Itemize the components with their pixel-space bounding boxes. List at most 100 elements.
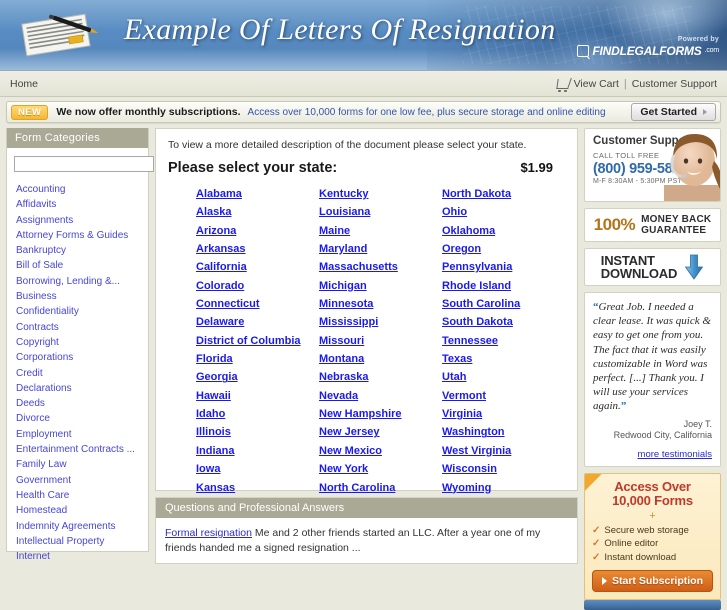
state-link-south-dakota[interactable]: South Dakota [442,313,565,331]
state-link-indiana[interactable]: Indiana [196,442,319,460]
state-column-1: Alabama Alaska Arizona Arkansas Californ… [196,185,319,497]
shopping-cart-icon[interactable] [555,78,570,89]
more-testimonials-link[interactable]: more testimonials [638,449,712,460]
sidebar-item-indemnity-agreements[interactable]: Indemnity Agreements [16,519,148,534]
sidebar-item-divorce[interactable]: Divorce [16,411,148,426]
get-started-button[interactable]: Get Started [631,103,716,121]
state-link-nebraska[interactable]: Nebraska [319,368,442,386]
state-link-oregon[interactable]: Oregon [442,240,565,258]
sidebar-item-deeds[interactable]: Deeds [16,396,148,411]
state-link-louisiana[interactable]: Louisiana [319,203,442,221]
state-link-virginia[interactable]: Virginia [442,405,565,423]
state-link-utah[interactable]: Utah [442,368,565,386]
sidebar-item-bankruptcy[interactable]: Bankruptcy [16,243,148,258]
state-link-florida[interactable]: Florida [196,350,319,368]
state-link-oklahoma[interactable]: Oklahoma [442,222,565,240]
state-link-missouri[interactable]: Missouri [319,332,442,350]
new-badge: NEW [11,104,49,120]
view-cart-link[interactable]: View Cart [574,78,619,90]
state-link-new-york[interactable]: New York [319,460,442,478]
state-link-pennsylvania[interactable]: Pennsylvania [442,258,565,276]
state-link-north-dakota[interactable]: North Dakota [442,185,565,203]
sidebar-item-affidavits[interactable]: Affidavits [16,197,148,212]
sidebar-item-homestead[interactable]: Homestead [16,503,148,518]
sidebar-item-assignments[interactable]: Assignments [16,213,148,228]
state-link-minnesota[interactable]: Minnesota [319,295,442,313]
powered-by-label: Powered by [677,36,719,43]
qa-question-link[interactable]: Formal resignation [165,527,252,539]
sidebar-item-declarations[interactable]: Declarations [16,381,148,396]
state-link-tennessee[interactable]: Tennessee [442,332,565,350]
state-link-new-mexico[interactable]: New Mexico [319,442,442,460]
state-link-west-virginia[interactable]: West Virginia [442,442,565,460]
category-list: Accounting Affidavits Assignments Attorn… [7,177,148,564]
search-input[interactable] [14,156,154,172]
sidebar-item-family-law[interactable]: Family Law [16,457,148,472]
sidebar-item-internet[interactable]: Internet [16,549,148,564]
state-link-michigan[interactable]: Michigan [319,277,442,295]
sidebar-item-business[interactable]: Business [16,289,148,304]
sidebar-item-attorney-forms[interactable]: Attorney Forms & Guides [16,228,148,243]
state-link-idaho[interactable]: Idaho [196,405,319,423]
sidebar-item-credit[interactable]: Credit [16,366,148,381]
state-link-iowa[interactable]: Iowa [196,460,319,478]
sidebar-item-accounting[interactable]: Accounting [16,182,148,197]
state-link-washington[interactable]: Washington [442,423,565,441]
subscription-plus-divider: + [649,509,656,522]
sidebar-item-contracts[interactable]: Contracts [16,320,148,335]
state-link-alabama[interactable]: Alabama [196,185,319,203]
state-link-california[interactable]: California [196,258,319,276]
select-state-heading: Please select your state: [168,160,338,176]
state-link-georgia[interactable]: Georgia [196,368,319,386]
state-link-connecticut[interactable]: Connecticut [196,295,319,313]
state-link-massachusetts[interactable]: Massachusetts [319,258,442,276]
state-link-north-carolina[interactable]: North Carolina [319,479,442,497]
state-link-kentucky[interactable]: Kentucky [319,185,442,203]
state-link-mississippi[interactable]: Mississippi [319,313,442,331]
state-link-wisconsin[interactable]: Wisconsin [442,460,565,478]
sidebar-item-employment[interactable]: Employment [16,427,148,442]
state-link-colorado[interactable]: Colorado [196,277,319,295]
state-link-wyoming[interactable]: Wyoming [442,479,565,497]
state-link-montana[interactable]: Montana [319,350,442,368]
sidebar-item-intellectual-property[interactable]: Intellectual Property [16,534,148,549]
state-link-texas[interactable]: Texas [442,350,565,368]
qa-heading: Questions and Professional Answers [156,498,577,518]
download-text: INSTANT DOWNLOAD [601,254,678,280]
state-link-district-of-columbia[interactable]: District of Columbia [196,332,319,350]
sidebar-item-borrowing-lending[interactable]: Borrowing, Lending &... [16,274,148,289]
brand-suffix: .com [704,47,720,55]
state-link-arizona[interactable]: Arizona [196,222,319,240]
state-link-vermont[interactable]: Vermont [442,387,565,405]
sidebar-item-confidentiality[interactable]: Confidentiality [16,304,148,319]
state-link-new-jersey[interactable]: New Jersey [319,423,442,441]
testimonial-location: Redwood City, California [613,430,712,441]
top-navigation-bar: Home View Cart | Customer Support [0,71,727,97]
nav-home-link[interactable]: Home [10,78,38,90]
state-link-maryland[interactable]: Maryland [319,240,442,258]
sidebar-item-health-care[interactable]: Health Care [16,488,148,503]
start-subscription-button[interactable]: Start Subscription [592,570,713,593]
state-selection-card: To view a more detailed description of t… [155,128,578,494]
instant-download-badge: INSTANT DOWNLOAD [584,248,721,286]
state-link-illinois[interactable]: Illinois [196,423,319,441]
guarantee-line-2: GUARANTEE [641,225,707,236]
state-link-south-carolina[interactable]: South Carolina [442,295,565,313]
state-link-rhode-island[interactable]: Rhode Island [442,277,565,295]
sidebar-item-copyright[interactable]: Copyright [16,335,148,350]
sidebar-item-government[interactable]: Government [16,473,148,488]
state-link-maine[interactable]: Maine [319,222,442,240]
state-link-ohio[interactable]: Ohio [442,203,565,221]
state-link-new-hampshire[interactable]: New Hampshire [319,405,442,423]
subscription-title-line-1: Access Over [614,478,691,494]
state-link-kansas[interactable]: Kansas [196,479,319,497]
state-link-nevada[interactable]: Nevada [319,387,442,405]
sidebar-item-corporations[interactable]: Corporations [16,350,148,365]
state-link-arkansas[interactable]: Arkansas [196,240,319,258]
sidebar-item-bill-of-sale[interactable]: Bill of Sale [16,258,148,273]
state-link-delaware[interactable]: Delaware [196,313,319,331]
sidebar-item-entertainment-contracts[interactable]: Entertainment Contracts ... [16,442,148,457]
customer-support-link[interactable]: Customer Support [632,78,717,90]
state-link-hawaii[interactable]: Hawaii [196,387,319,405]
state-link-alaska[interactable]: Alaska [196,203,319,221]
